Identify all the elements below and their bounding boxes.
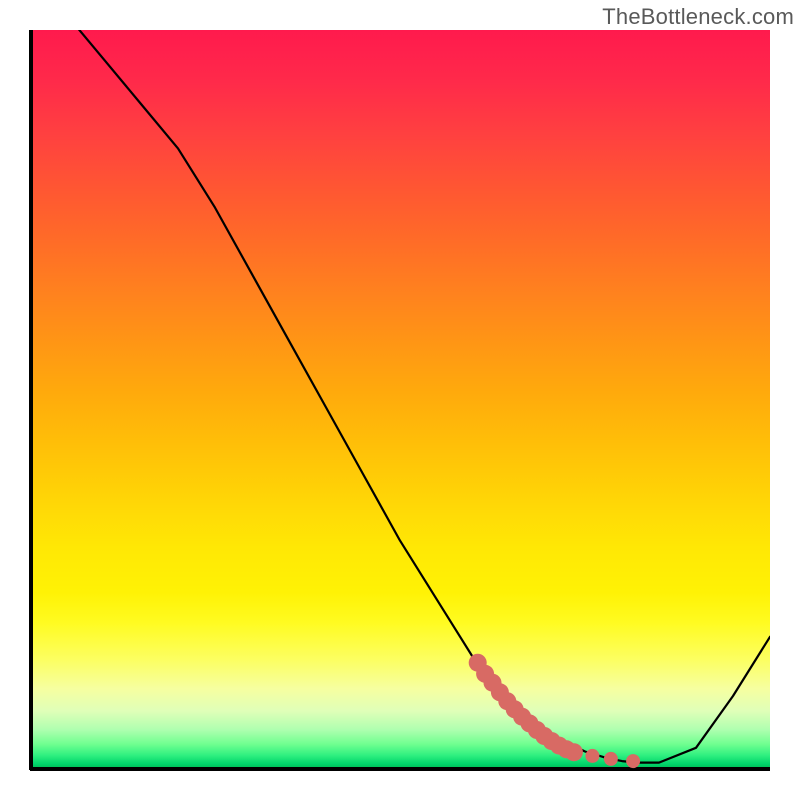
plot-gradient-background (30, 30, 770, 770)
y-axis-line (29, 30, 33, 770)
x-axis-line (30, 767, 770, 771)
chart-container: TheBottleneck.com (0, 0, 800, 800)
watermark-text: TheBottleneck.com (602, 4, 794, 30)
